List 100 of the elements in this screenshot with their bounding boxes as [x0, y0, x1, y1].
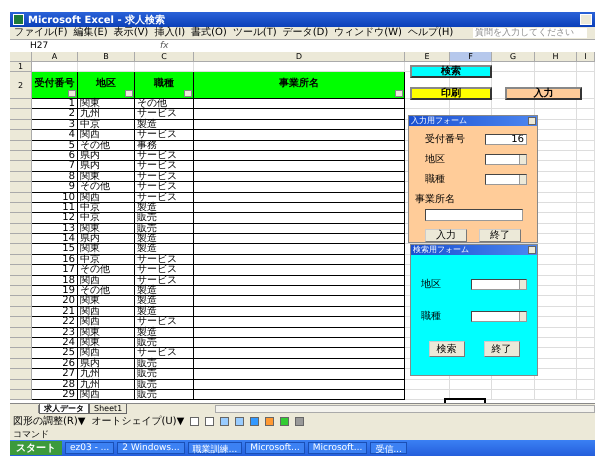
row-header[interactable] — [10, 244, 32, 255]
menu-item[interactable]: ヘルプ(H) — [408, 27, 454, 39]
column-header[interactable]: A — [32, 52, 78, 62]
table-cell: その他 — [78, 140, 135, 151]
select-all-corner[interactable] — [10, 52, 32, 62]
dialog-title: 検索用フォーム — [413, 245, 469, 255]
close-icon[interactable] — [528, 117, 536, 125]
row-header[interactable] — [10, 224, 32, 234]
column-header[interactable]: E — [405, 52, 450, 62]
dropdown-field[interactable] — [485, 154, 527, 164]
dialog-button[interactable]: 検索 — [428, 341, 464, 357]
row-header[interactable] — [10, 99, 32, 110]
table-cell: 17 — [32, 265, 78, 276]
sheet-tab[interactable]: 求人データ — [39, 404, 89, 414]
taskbar-item[interactable]: 受信... — [370, 442, 407, 454]
sheet-button[interactable]: 印刷 — [410, 87, 492, 100]
field-label: 地区 — [425, 152, 445, 166]
table-cell: 15 — [32, 244, 78, 255]
table-cell: その他 — [135, 99, 194, 110]
dialog-button[interactable]: 入力 — [425, 229, 467, 242]
field-label: 職種 — [421, 310, 441, 323]
formula-label: fx — [160, 41, 168, 51]
menu-item[interactable]: ファイル(F) — [14, 27, 68, 39]
row-header[interactable] — [10, 192, 32, 203]
minimize-button[interactable] — [580, 14, 592, 25]
taskbar-item[interactable]: 職業訓練... — [188, 442, 242, 454]
menu-item[interactable]: ウィンドウ(W) — [334, 27, 402, 39]
row-header[interactable] — [10, 265, 32, 276]
taskbar-item[interactable]: Microsoft... — [245, 442, 305, 454]
table-cell: その他 — [78, 182, 135, 193]
column-header[interactable]: I — [577, 52, 595, 62]
table-cell: 14 — [32, 234, 78, 244]
table-cell: 27 — [32, 369, 78, 380]
field-label: 地区 — [421, 278, 441, 291]
header-text: 事業所名 — [279, 78, 319, 89]
menu-item[interactable]: 表示(V) — [114, 27, 148, 39]
dialog-button[interactable]: 終了 — [484, 341, 520, 357]
row-header[interactable] — [10, 380, 32, 390]
menu-item[interactable]: ツール(T) — [232, 27, 277, 39]
row-header[interactable] — [10, 276, 32, 286]
header-text: 職種 — [154, 78, 174, 89]
row-header[interactable]: 2 — [10, 72, 32, 99]
toolbar-menu[interactable]: オートシェイプ(U)▼ — [91, 414, 184, 428]
row-header[interactable] — [10, 348, 32, 359]
row-header[interactable] — [10, 390, 32, 400]
column-header[interactable]: F — [450, 52, 492, 62]
taskbar-item[interactable]: ez03 - ... — [65, 442, 114, 454]
column-header[interactable]: D — [194, 52, 405, 62]
excel-icon — [13, 14, 24, 25]
column-header[interactable]: G — [492, 52, 535, 62]
row-header[interactable] — [10, 234, 32, 244]
column-header[interactable]: C — [135, 52, 194, 62]
row-header[interactable] — [10, 338, 32, 348]
row-header[interactable] — [10, 369, 32, 380]
row-header[interactable] — [10, 296, 32, 307]
toolbar-menu[interactable]: 図形の調整(R)▼ — [13, 414, 86, 428]
menu-item[interactable]: データ(D) — [282, 27, 328, 39]
dropdown-field[interactable] — [471, 310, 527, 322]
column-header[interactable]: H — [535, 52, 577, 62]
status-text: コマンド — [13, 428, 49, 440]
taskbar-item[interactable]: 2 Windows... — [117, 442, 185, 454]
row-header[interactable] — [10, 328, 32, 338]
row-header[interactable] — [10, 150, 32, 162]
row-header[interactable] — [10, 120, 32, 130]
table-cell: 29 — [32, 390, 78, 400]
sheet-button[interactable]: 入力 — [505, 87, 582, 100]
row-header[interactable]: 1 — [10, 62, 32, 72]
close-icon[interactable] — [528, 246, 536, 254]
sheet-tab[interactable]: Sheet1 — [89, 404, 128, 414]
dropdown-field[interactable] — [485, 174, 527, 184]
table-cell: 11 — [32, 202, 78, 214]
table-cell: 24 — [32, 338, 78, 348]
row-header[interactable] — [10, 317, 32, 328]
menu-item[interactable]: 書式(O) — [191, 27, 227, 39]
taskbar-item[interactable]: Microsoft... — [308, 442, 368, 454]
field-label: 受付番号 — [425, 132, 465, 146]
row-header[interactable] — [10, 213, 32, 224]
menu-item[interactable]: 挿入(I) — [154, 27, 186, 39]
row-header[interactable] — [10, 286, 32, 296]
row-header[interactable] — [10, 202, 32, 214]
dialog-title: 入力用フォーム — [411, 116, 467, 126]
dropdown-field[interactable] — [471, 278, 527, 290]
input-field[interactable] — [425, 209, 523, 221]
row-header[interactable] — [10, 358, 32, 370]
horizontal-scrollbar[interactable] — [215, 405, 595, 413]
row-header[interactable] — [10, 140, 32, 151]
sheet-button[interactable]: 検索 — [410, 65, 492, 78]
row-header[interactable] — [10, 161, 32, 172]
table-cell: その他 — [78, 265, 135, 276]
row-header[interactable] — [10, 254, 32, 266]
field-label: 事業所名 — [415, 192, 456, 206]
field-label: 職種 — [425, 172, 445, 186]
row-header[interactable] — [10, 182, 32, 193]
column-header[interactable]: B — [78, 52, 135, 62]
menu-item[interactable]: 編集(E) — [74, 27, 108, 39]
row-header[interactable] — [10, 172, 32, 182]
row-header[interactable] — [10, 109, 32, 120]
row-header[interactable] — [10, 306, 32, 318]
row-header[interactable] — [10, 130, 32, 141]
start-button[interactable]: スタート — [10, 441, 62, 455]
